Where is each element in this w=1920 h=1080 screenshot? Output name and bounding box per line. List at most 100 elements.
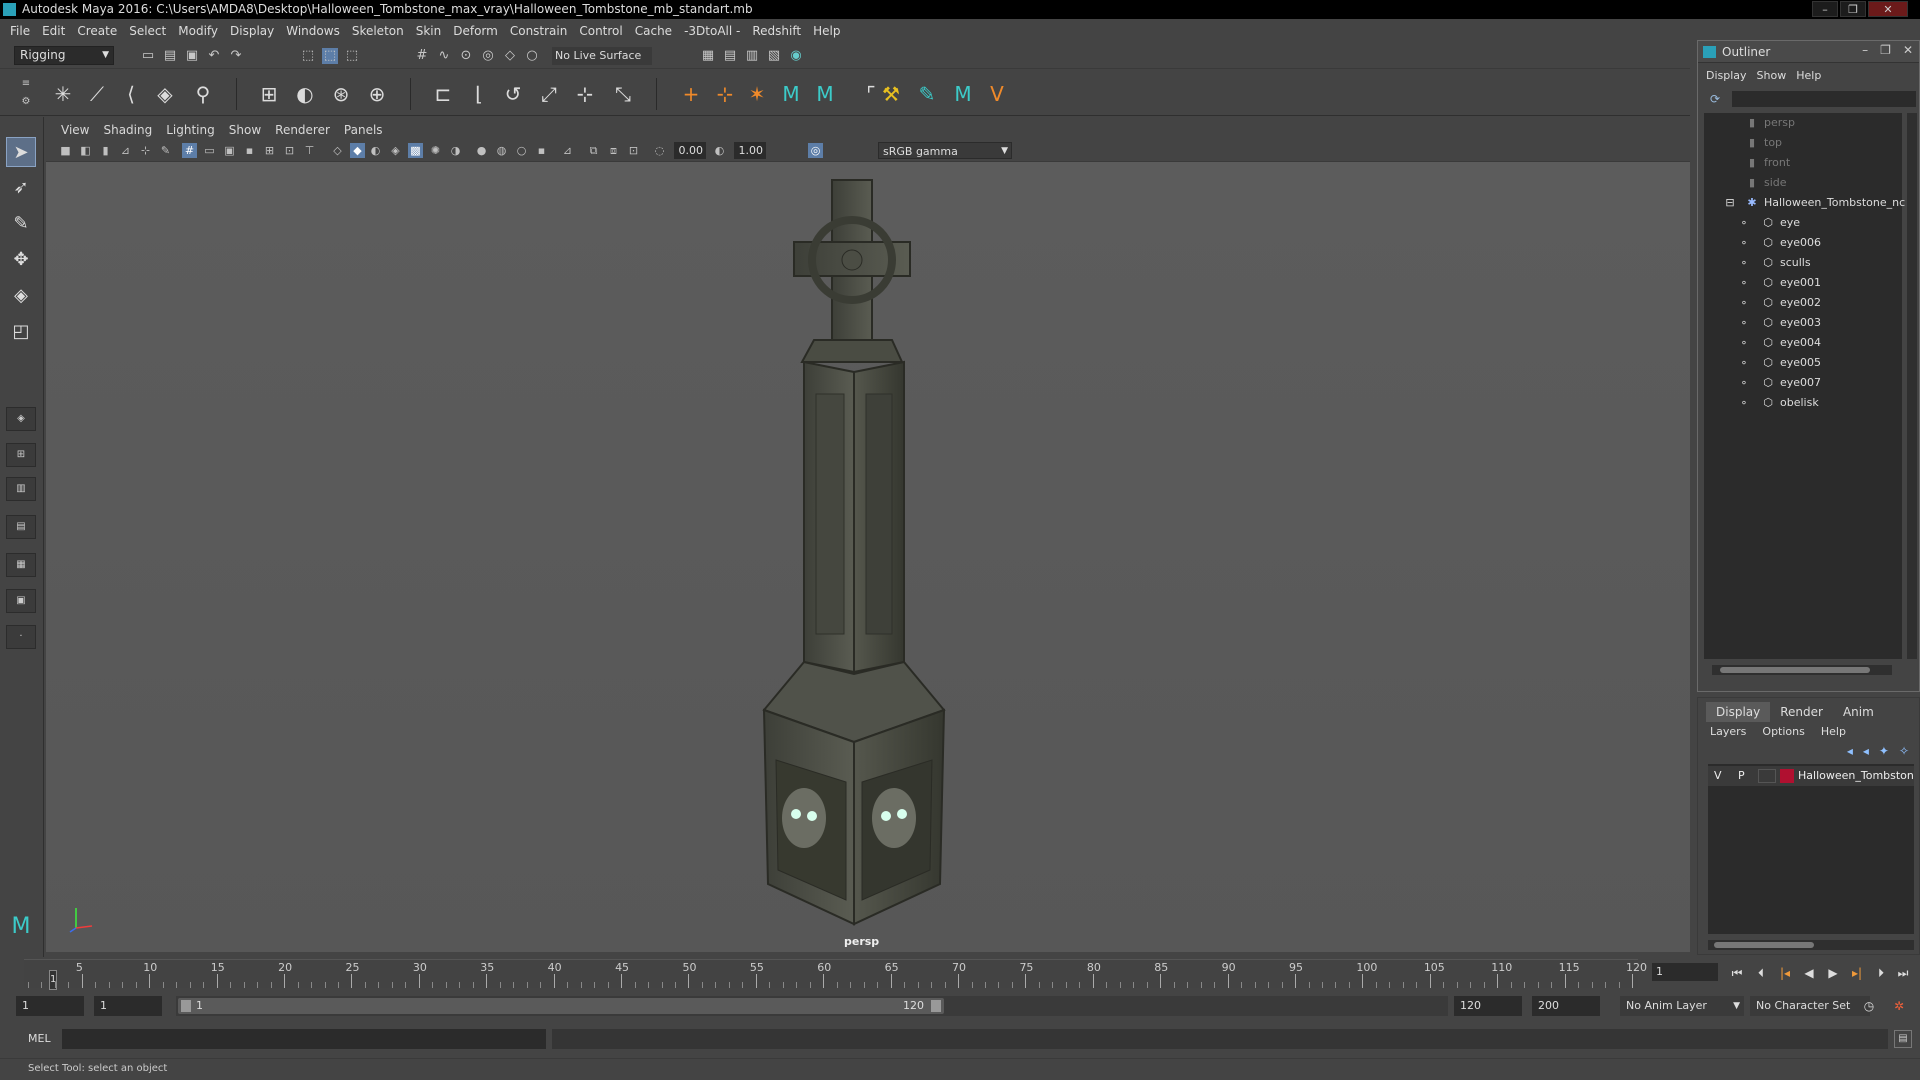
rigid-bind-icon[interactable]: ◐ [292,82,318,106]
command-language-toggle[interactable]: MEL [28,1032,51,1045]
layer-visibility-toggle[interactable]: V [1714,766,1722,786]
maya-tool-c-icon[interactable]: M [950,82,976,106]
new-scene-icon[interactable]: ▭ [140,48,156,64]
render-settings-icon[interactable]: ▦ [700,48,716,64]
current-frame-field[interactable]: 1 [1652,963,1718,981]
layer-menu-layers[interactable]: Layers [1710,725,1746,738]
menu-file[interactable]: File [4,24,36,38]
tab-anim[interactable]: Anim [1833,702,1884,722]
isolate-select-icon[interactable]: ⊿ [560,143,575,158]
go-to-start-icon[interactable]: ⏮ [1728,964,1746,982]
script-editor-icon[interactable]: ▤ [1894,1030,1912,1048]
grease-pencil-icon[interactable]: ✎ [158,143,173,158]
outliner-menu-display[interactable]: Display [1706,69,1753,87]
joint-tool-icon[interactable]: ✳ [50,82,76,106]
menu-constrain[interactable]: Constrain [504,24,574,38]
anti-aliasing-icon[interactable]: ⊡ [626,143,641,158]
use-all-lights-icon[interactable]: ✺ [428,143,443,158]
menu-set-select[interactable]: Rigging ▼ [14,46,114,65]
playback-start-field[interactable]: 1 [94,996,162,1016]
playback-end-field[interactable]: 120 [1454,996,1522,1016]
snap-point-icon[interactable]: ⊙ [458,48,474,64]
range-start-handle[interactable] [181,1000,191,1012]
layer-menu-options[interactable]: Options [1762,725,1804,738]
two-pane-layout-icon[interactable]: ▥ [6,477,36,501]
outliner-item-eye001[interactable]: ∘ ⬡ eye001 [1704,273,1902,293]
viewport-menu-shading[interactable]: Shading [96,123,159,137]
layer-playback-toggle[interactable]: P [1738,766,1745,786]
snap-view-plane-icon[interactable]: ◇ [502,48,518,64]
orient-joint-icon[interactable]: ⚲ [190,82,216,106]
layer-menu-help[interactable]: Help [1821,725,1846,738]
outliner-item-sculls[interactable]: ∘ ⬡ sculls [1704,253,1902,273]
animation-start-field[interactable]: 1 [16,996,84,1016]
use-default-material-icon[interactable]: ◐ [368,143,383,158]
snap-grid-icon[interactable]: # [414,48,430,64]
color-management-icon[interactable]: ◎ [808,143,823,158]
textured-icon[interactable]: ▩ [408,143,423,158]
select-camera-icon[interactable]: ■ [58,143,73,158]
resolution-gate-icon[interactable]: ▣ [222,143,237,158]
outliner-item-eye005[interactable]: ∘ ⬡ eye005 [1704,353,1902,373]
bookmarks-icon[interactable]: ▮ [98,143,113,158]
outliner-close-button[interactable]: ✕ [1903,43,1913,57]
2d-pan-zoom-icon[interactable]: ⊹ [138,143,153,158]
outliner-item-top[interactable]: ▮ top [1704,133,1902,153]
menu-display[interactable]: Display [224,24,280,38]
step-back-key-icon[interactable]: ⏴ [1752,964,1770,982]
move-layer-down-icon[interactable]: ◂ [1863,744,1869,758]
orient-constraint-icon[interactable]: ↺ [500,82,526,106]
hypershade-icon[interactable]: ◉ [788,48,804,64]
save-scene-icon[interactable]: ▣ [184,48,200,64]
viewport-menu-renderer[interactable]: Renderer [268,123,337,137]
range-slider-thumb[interactable]: 1 120 [178,998,944,1014]
wireframe-icon[interactable]: ◇ [330,143,345,158]
safe-title-icon[interactable]: ⊤ [302,143,317,158]
cluster-icon[interactable]: ⊕ [364,82,390,106]
step-back-frame-icon[interactable]: |◂ [1776,964,1794,982]
smooth-shade-icon[interactable]: ◆ [350,143,365,158]
live-surface-field[interactable]: No Live Surface [552,47,652,65]
gamma-icon[interactable]: ◐ [712,143,727,158]
layer-horizontal-scrollbar[interactable] [1708,940,1914,950]
outliner-item-eye006[interactable]: ∘ ⬡ eye006 [1704,233,1902,253]
select-object-icon[interactable]: ⬚ [322,48,338,64]
motion-blur-icon[interactable]: ⧈ [606,143,621,158]
animation-end-field[interactable]: 200 [1532,996,1600,1016]
select-tool-icon[interactable]: ➤ [6,137,36,167]
outliner-item-eye[interactable]: ∘ ⬡ eye [1704,213,1902,233]
close-button[interactable]: ✕ [1868,1,1908,17]
outliner-item-persp[interactable]: ▮ persp [1704,113,1902,133]
gamma-field[interactable]: 1.00 [734,142,766,159]
safe-action-icon[interactable]: ⊡ [282,143,297,158]
custom-v-tool-icon[interactable]: V [984,82,1010,106]
animation-preferences-icon[interactable]: ✲ [1890,997,1908,1015]
ipr-render-icon[interactable]: ▥ [744,48,760,64]
outliner-item-group[interactable]: ⊟ ✱ Halloween_Tombstone_nc [1704,193,1905,213]
paint-weights-icon[interactable]: ⚒ [878,82,904,106]
select-component-icon[interactable]: ⬚ [344,48,360,64]
redo-icon[interactable]: ↷ [228,48,244,64]
layer-color-swatch[interactable] [1780,769,1794,783]
menu-modify[interactable]: Modify [172,24,224,38]
outliner-item-eye004[interactable]: ∘ ⬡ eye004 [1704,333,1902,353]
exposure-icon[interactable]: ◌ [652,143,667,158]
exposure-field[interactable]: 0.00 [674,142,706,159]
xray-icon[interactable]: ● [474,143,489,158]
create-joint-chain-icon[interactable]: ⊹ [712,82,738,106]
snap-curve-icon[interactable]: ∿ [436,48,452,64]
minimize-button[interactable]: – [1812,1,1838,17]
menu-windows[interactable]: Windows [280,24,346,38]
step-forward-key-icon[interactable]: ⏵ [1872,964,1890,982]
new-layer-icon[interactable]: ✦ [1879,744,1889,758]
render-frame-icon[interactable]: ▤ [722,48,738,64]
scrollbar-thumb[interactable] [1720,667,1870,673]
ik-spline-icon[interactable]: ⟨ [118,82,144,106]
menu-control[interactable]: Control [573,24,628,38]
paint-tool-icon[interactable]: ✎ [914,82,940,106]
refresh-icon[interactable]: ⟳ [1710,92,1724,106]
paint-select-tool-icon[interactable]: ✎ [6,209,36,239]
humanik-icon[interactable]: ✶ [744,82,770,106]
wireframe-on-shaded-icon[interactable]: ◈ [388,143,403,158]
shelf-options-icon[interactable]: ≡ [18,76,34,92]
